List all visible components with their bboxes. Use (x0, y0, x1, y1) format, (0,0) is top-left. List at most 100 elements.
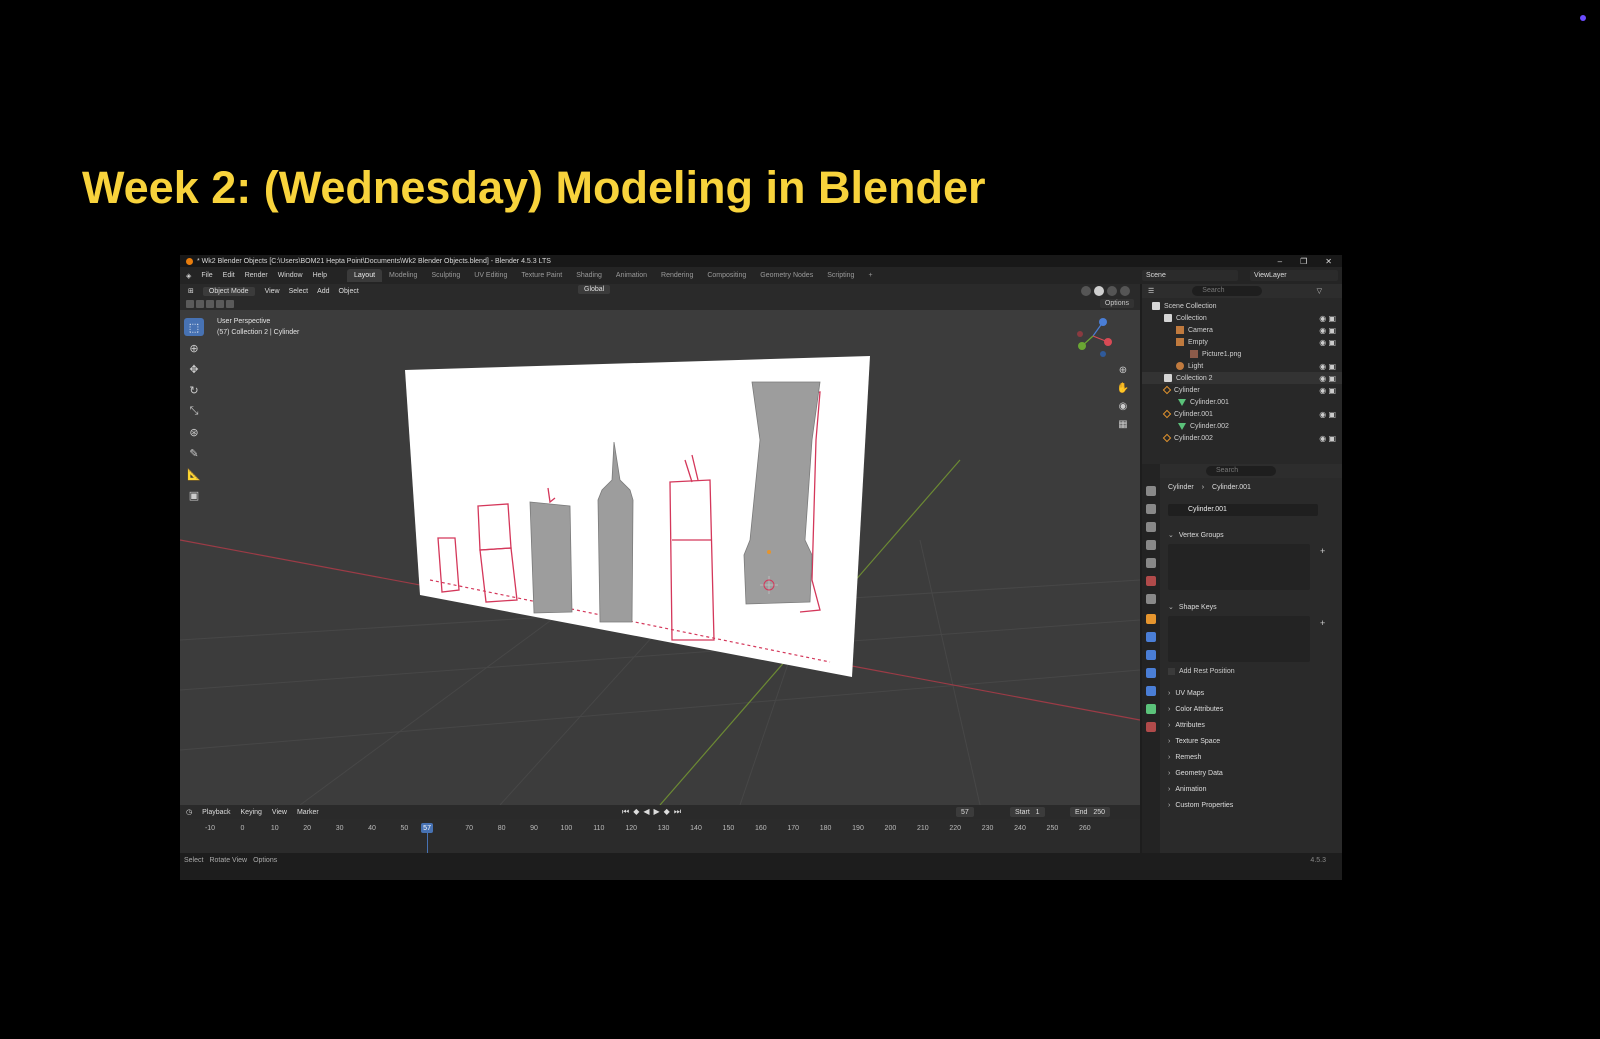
menu-timeline-view[interactable]: View (272, 809, 287, 816)
outliner-row-empty[interactable]: Empty ◉ ▣ (1142, 336, 1342, 348)
view-layer-tab-icon[interactable] (1146, 540, 1156, 550)
menu-render[interactable]: Render (245, 272, 268, 279)
timeline-editor-icon[interactable]: ◷ (186, 808, 192, 816)
visibility-eye-icon[interactable]: ◉ ▣ (1319, 338, 1336, 347)
play-icon[interactable]: ▶ (654, 807, 660, 817)
outliner-row-cylinder-001[interactable]: Cylinder.001 ◉ ▣ (1142, 408, 1342, 420)
geometry-data-panel-header[interactable]: › Geometry Data (1166, 766, 1334, 780)
menu-playback[interactable]: Playback (202, 809, 230, 816)
pan-hand-icon[interactable]: ✋ (1116, 383, 1130, 397)
outliner-row-collection[interactable]: Collection ◉ ▣ (1142, 312, 1342, 324)
shape-keys-list[interactable] (1168, 616, 1310, 662)
object-mode-dropdown[interactable]: Object Mode (202, 286, 255, 296)
solid-shading-button[interactable] (1094, 286, 1104, 296)
next-key-icon[interactable]: ◆ (664, 807, 670, 817)
blender-menu-icon[interactable]: ◈ (186, 272, 191, 280)
end-frame-field[interactable]: End 250 (1070, 807, 1110, 817)
select-subtract-icon[interactable] (206, 300, 214, 308)
select-invert-icon[interactable] (216, 300, 224, 308)
prev-key-icon[interactable]: ◆ (633, 807, 639, 817)
vertex-groups-panel-header[interactable]: ⌄ Vertex Groups (1166, 528, 1334, 542)
tool-tab-icon[interactable] (1146, 486, 1156, 496)
visibility-eye-icon[interactable]: ◉ ▣ (1319, 314, 1336, 323)
playhead-marker[interactable]: 57 (421, 823, 434, 833)
properties-search-input[interactable]: Search (1206, 466, 1276, 476)
current-frame-field[interactable]: 57 (956, 807, 974, 817)
menu-help[interactable]: Help (313, 272, 327, 279)
visibility-eye-icon[interactable]: ◉ ▣ (1319, 386, 1336, 395)
3d-viewport[interactable]: User Perspective (57) Collection 2 | Cyl… (180, 310, 1141, 806)
cursor-tool-icon[interactable]: ⊕ (184, 339, 204, 357)
breadcrumb-object[interactable]: Cylinder (1168, 484, 1194, 491)
custom-properties-panel-header[interactable]: › Custom Properties (1166, 798, 1334, 812)
minimize-button[interactable]: – (1278, 257, 1282, 266)
tab-uv-editing[interactable]: UV Editing (467, 269, 514, 282)
visibility-eye-icon[interactable]: ◉ ▣ (1319, 362, 1336, 371)
transform-orientation-dropdown[interactable]: Global (578, 285, 611, 294)
transform-tool-icon[interactable]: ⊛ (184, 423, 204, 441)
outliner-row-collection-2[interactable]: Collection 2 ◉ ▣ (1142, 372, 1342, 384)
tab-shading[interactable]: Shading (569, 269, 609, 282)
play-reverse-icon[interactable]: ◀ (643, 807, 649, 817)
select-intersect-icon[interactable] (226, 300, 234, 308)
outliner-editor-icon[interactable]: ☰ (1148, 287, 1154, 295)
tab-modeling[interactable]: Modeling (382, 269, 424, 282)
menu-select[interactable]: Select (289, 288, 308, 295)
outliner-row-cylinder[interactable]: Cylinder ◉ ▣ (1142, 384, 1342, 396)
menu-file[interactable]: File (201, 272, 212, 279)
visibility-eye-icon[interactable]: ◉ ▣ (1319, 374, 1336, 383)
menu-view[interactable]: View (265, 288, 280, 295)
outliner-row-cylinder-001-data[interactable]: Cylinder.001 (1142, 396, 1342, 408)
menu-window[interactable]: Window (278, 272, 303, 279)
scene-selector[interactable]: Scene (1142, 270, 1238, 281)
add-cube-tool-icon[interactable]: ▣ (184, 486, 204, 504)
add-vertex-group-button[interactable]: + (1320, 546, 1330, 556)
scale-tool-icon[interactable]: ⤡ (184, 402, 204, 420)
move-tool-icon[interactable]: ✥ (184, 360, 204, 378)
object-tab-icon[interactable] (1146, 614, 1156, 624)
outliner-row-cylinder-002[interactable]: Cylinder.002 ◉ ▣ (1142, 432, 1342, 444)
add-rest-position-checkbox[interactable]: Add Rest Position (1168, 668, 1235, 675)
material-shading-button[interactable] (1107, 286, 1117, 296)
add-workspace-button[interactable]: + (861, 269, 879, 282)
outliner-row-scene-collection[interactable]: Scene Collection (1142, 300, 1342, 312)
select-extend-icon[interactable] (196, 300, 204, 308)
measure-tool-icon[interactable]: 📐 (184, 465, 204, 483)
menu-object[interactable]: Object (339, 288, 359, 295)
menu-add[interactable]: Add (317, 288, 329, 295)
tab-animation[interactable]: Animation (609, 269, 654, 282)
menu-marker[interactable]: Marker (297, 809, 319, 816)
rendered-shading-button[interactable] (1120, 286, 1130, 296)
annotate-tool-icon[interactable]: ✎ (184, 444, 204, 462)
zoom-icon[interactable]: ⊕ (1116, 365, 1130, 379)
color-attributes-panel-header[interactable]: › Color Attributes (1166, 702, 1334, 716)
remesh-panel-header[interactable]: › Remesh (1166, 750, 1334, 764)
menu-edit[interactable]: Edit (223, 272, 235, 279)
camera-view-icon[interactable]: ◉ (1116, 401, 1130, 415)
editor-type-icon[interactable]: ⊞ (188, 287, 194, 295)
tab-scripting[interactable]: Scripting (820, 269, 861, 282)
wireframe-shading-button[interactable] (1081, 286, 1091, 296)
tab-sculpting[interactable]: Sculpting (424, 269, 467, 282)
animation-panel-header[interactable]: › Animation (1166, 782, 1334, 796)
options-button[interactable]: Options (1099, 299, 1134, 308)
render-tab-icon[interactable] (1146, 504, 1156, 514)
jump-start-icon[interactable]: ⏮ (622, 807, 629, 817)
mesh-data-tab-icon[interactable] (1146, 704, 1156, 714)
outliner-row-light[interactable]: Light ◉ ▣ (1142, 360, 1342, 372)
scene-tab-icon[interactable] (1146, 558, 1156, 568)
select-box-tool-icon[interactable]: ⬚ (184, 318, 204, 336)
tab-layout[interactable]: Layout (347, 269, 383, 282)
tab-rendering[interactable]: Rendering (654, 269, 700, 282)
world-tab-icon[interactable] (1146, 576, 1156, 586)
vertex-groups-list[interactable] (1168, 544, 1310, 590)
output-tab-icon[interactable] (1146, 522, 1156, 532)
visibility-eye-icon[interactable]: ◉ ▣ (1319, 410, 1336, 419)
rotate-tool-icon[interactable]: ↻ (184, 381, 204, 399)
tab-compositing[interactable]: Compositing (700, 269, 753, 282)
particles-tab-icon[interactable] (1146, 650, 1156, 660)
modifier-tab-icon[interactable] (1146, 632, 1156, 642)
texture-space-panel-header[interactable]: › Texture Space (1166, 734, 1334, 748)
start-frame-field[interactable]: Start 1 (1010, 807, 1045, 817)
outliner-row-image[interactable]: Picture1.png (1142, 348, 1342, 360)
